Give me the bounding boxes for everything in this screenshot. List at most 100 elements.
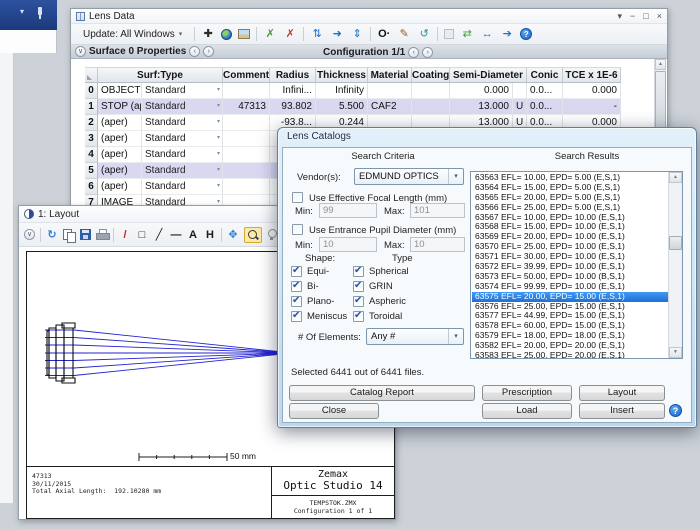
checkbox-checked[interactable] <box>291 281 302 292</box>
epd-min-input[interactable]: 10 <box>319 237 377 252</box>
surf-name-cell[interactable]: (aper) <box>98 131 142 147</box>
comment-cell[interactable] <box>223 115 270 131</box>
row-number-cell[interactable]: 5 <box>85 163 98 179</box>
crosshair-icon[interactable]: ✚ <box>201 28 215 41</box>
dash-tool-icon[interactable]: — <box>170 228 182 242</box>
efl-checkbox[interactable] <box>292 192 303 203</box>
col-material[interactable]: Material <box>368 67 412 83</box>
red-cross-icon[interactable]: ✗ <box>283 28 297 41</box>
corner-sort-icon[interactable] <box>85 67 98 83</box>
surf-name-cell[interactable]: (aper) <box>98 179 142 195</box>
window-menu-icon[interactable]: ▾ <box>618 12 623 21</box>
row-number-cell[interactable]: 4 <box>85 147 98 163</box>
catalog-report-button[interactable]: Catalog Report <box>289 385 475 401</box>
next-config-icon[interactable]: › <box>422 47 433 58</box>
efl-max-input[interactable]: 101 <box>410 203 465 218</box>
globe-icon[interactable] <box>221 29 232 40</box>
red-line-tool-icon[interactable]: / <box>119 228 131 242</box>
comment-cell[interactable] <box>223 147 270 163</box>
result-item[interactable]: 63583 EFL= 25.00, EPD= 20.00 (E,S,1) <box>472 351 668 358</box>
rectangle-tool-icon[interactable]: □ <box>136 228 148 242</box>
lamp-icon[interactable] <box>267 229 277 241</box>
epd-checkbox[interactable] <box>292 224 303 235</box>
h-tool-icon[interactable]: H <box>204 228 216 242</box>
aperture-icon[interactable]: O <box>377 28 391 41</box>
row-number-cell[interactable]: 3 <box>85 131 98 147</box>
checkbox-checked[interactable] <box>353 266 364 277</box>
semi-diameter-flag-cell[interactable]: U <box>513 99 527 115</box>
comment-cell[interactable] <box>223 131 270 147</box>
surf-type-dropdown[interactable]: Standard <box>142 131 223 147</box>
swap-arrows-icon[interactable]: ⇄ <box>460 28 474 41</box>
checkbox-checked[interactable] <box>291 311 302 322</box>
blue-arrow-icon[interactable]: ➔ <box>500 28 514 41</box>
tce-cell[interactable]: - <box>563 99 621 115</box>
surf-name-cell[interactable]: STOP (ap <box>98 99 142 115</box>
col-comment[interactable]: Comment <box>223 67 270 83</box>
elements-select[interactable]: Any # <box>366 328 464 345</box>
coating-cell[interactable] <box>412 99 450 115</box>
pin-icon[interactable] <box>38 7 42 15</box>
semi-diameter-cell[interactable]: 0.000 <box>450 83 513 99</box>
close-icon[interactable]: × <box>657 12 662 21</box>
maximize-icon[interactable]: □ <box>643 12 648 21</box>
green-cross-icon[interactable]: ✗ <box>263 28 277 41</box>
left-right-arrow-icon[interactable]: ↔ <box>480 28 494 41</box>
row-number-cell[interactable]: 1 <box>85 99 98 115</box>
surf-type-dropdown[interactable]: Standard <box>142 147 223 163</box>
collapse-chevron-icon[interactable]: ∨ <box>75 46 86 57</box>
material-cell[interactable]: CAF2 <box>368 99 412 115</box>
up-down-arrows-icon[interactable]: ⇅ <box>310 28 324 41</box>
load-button[interactable]: Load <box>482 403 572 419</box>
semi-diameter-flag-cell[interactable] <box>513 83 527 99</box>
comment-cell[interactable]: 47313 <box>223 99 270 115</box>
comment-cell[interactable] <box>223 179 270 195</box>
surf-name-cell[interactable]: OBJECT <box>98 83 142 99</box>
dialog-titlebar[interactable]: Lens Catalogs <box>278 128 696 146</box>
collapse-chevron-icon[interactable]: ∨ <box>24 229 35 240</box>
help-icon[interactable]: ? <box>520 28 532 40</box>
surf-type-dropdown[interactable]: Standard <box>142 115 223 131</box>
row-number-cell[interactable]: 0 <box>85 83 98 99</box>
pan-icon[interactable]: ✥ <box>227 228 239 242</box>
vendor-select[interactable]: EDMUND OPTICS <box>354 168 464 185</box>
surf-name-cell[interactable]: (aper) <box>98 147 142 163</box>
material-cell[interactable] <box>368 83 412 99</box>
col-thickness[interactable]: Thickness <box>316 67 368 83</box>
insert-button[interactable]: Insert <box>579 403 665 419</box>
radius-cell[interactable]: Infini... <box>270 83 316 99</box>
layout-button[interactable]: Layout <box>579 385 665 401</box>
copy-icon[interactable] <box>63 229 75 241</box>
checkbox-checked[interactable] <box>353 281 364 292</box>
picture-icon[interactable] <box>238 29 250 39</box>
undo-arrow-icon[interactable]: ↺ <box>417 28 431 41</box>
stretch-arrows-icon[interactable]: ⇕ <box>350 28 364 41</box>
minimize-icon[interactable]: − <box>630 12 635 21</box>
checkbox-checked[interactable] <box>291 266 302 277</box>
col-surf-type[interactable]: Surf:Type <box>98 67 223 83</box>
lens-data-titlebar[interactable]: Lens Data ▾ − □ × <box>71 9 667 24</box>
efl-min-input[interactable]: 99 <box>319 203 377 218</box>
comment-cell[interactable] <box>223 163 270 179</box>
update-all-windows-button[interactable]: Update: All Windows ▾ <box>77 27 188 42</box>
prev-surface-icon[interactable]: ‹ <box>189 46 200 57</box>
prev-config-icon[interactable]: ‹ <box>408 47 419 58</box>
right-arrow-lines-icon[interactable]: ➜ <box>330 28 344 41</box>
scroll-up-icon[interactable]: ▲ <box>655 59 666 70</box>
thickness-cell[interactable]: 5.500 <box>316 99 368 115</box>
scroll-up-icon[interactable]: ▲ <box>669 172 682 183</box>
row-number-cell[interactable]: 6 <box>85 179 98 195</box>
col-coating[interactable]: Coating <box>412 67 450 83</box>
surf-type-dropdown[interactable]: Standard <box>142 99 223 115</box>
col-conic[interactable]: Conic <box>527 67 563 83</box>
col-semi-diameter[interactable]: Semi-Diameter <box>450 67 527 83</box>
chevron-down-icon[interactable]: ▾ <box>20 8 24 16</box>
conic-cell[interactable]: 0.0... <box>527 99 563 115</box>
thickness-cell[interactable]: Infinity <box>316 83 368 99</box>
col-tce[interactable]: TCE x 1E-6 <box>563 67 621 83</box>
close-button[interactable]: Close <box>289 403 379 419</box>
save-icon[interactable] <box>80 229 91 240</box>
checkbox-checked[interactable] <box>353 296 364 307</box>
surf-type-dropdown[interactable]: Standard <box>142 179 223 195</box>
text-tool-icon[interactable]: A <box>187 228 199 242</box>
